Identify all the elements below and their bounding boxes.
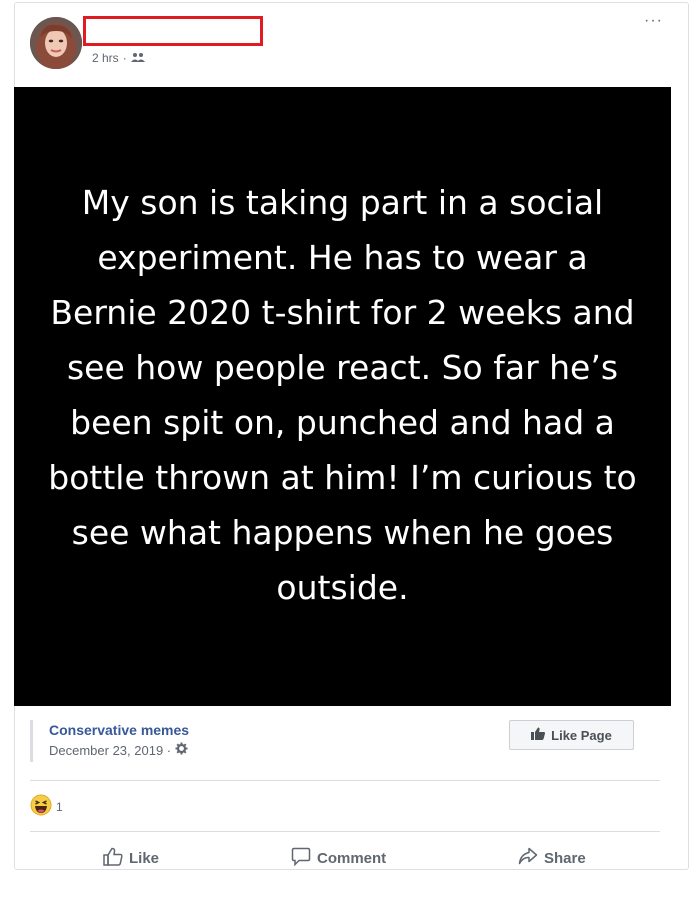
comment-icon bbox=[291, 847, 311, 870]
comment-label: Comment bbox=[317, 849, 387, 867]
share-label: Share bbox=[544, 849, 586, 867]
thumbs-up-icon bbox=[531, 727, 546, 743]
divider bbox=[30, 831, 660, 832]
source-page-link[interactable]: Conservative memes bbox=[49, 722, 189, 738]
like-label: Like bbox=[129, 849, 160, 867]
post-meta: 2 hrs · bbox=[92, 51, 145, 65]
divider bbox=[30, 780, 660, 781]
share-icon bbox=[518, 847, 538, 870]
like-page-button[interactable]: Like Page bbox=[509, 720, 634, 750]
share-button[interactable]: Share bbox=[518, 846, 586, 870]
gear-icon bbox=[175, 742, 188, 758]
source-date[interactable]: December 23, 2019 · bbox=[49, 742, 188, 758]
user-avatar[interactable] bbox=[30, 17, 82, 69]
meme-image[interactable]: My son is taking part in a social experi… bbox=[14, 87, 671, 706]
shared-source: Conservative memes December 23, 2019 · bbox=[30, 720, 189, 762]
post-timestamp[interactable]: 2 hrs bbox=[92, 51, 119, 65]
haha-reaction-icon bbox=[30, 794, 52, 819]
like-page-label: Like Page bbox=[551, 727, 612, 743]
reaction-summary[interactable]: 1 bbox=[30, 794, 63, 819]
friends-icon bbox=[130, 51, 145, 65]
redacted-username-box bbox=[83, 16, 263, 46]
reaction-count: 1 bbox=[56, 799, 63, 814]
meme-text: My son is taking part in a social experi… bbox=[48, 183, 637, 607]
source-date-text: December 23, 2019 · bbox=[49, 742, 172, 758]
like-icon bbox=[103, 847, 123, 870]
more-options-icon[interactable]: ··· bbox=[644, 13, 663, 29]
comment-button[interactable]: Comment bbox=[291, 846, 386, 870]
like-button[interactable]: Like bbox=[103, 846, 159, 870]
